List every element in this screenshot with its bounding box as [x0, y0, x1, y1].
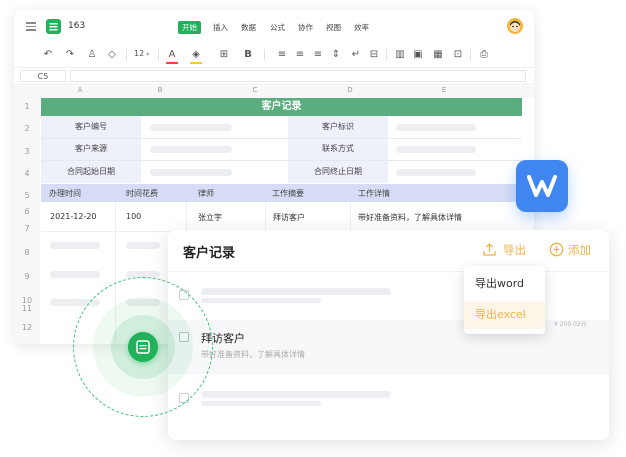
menu-tab-data[interactable]: 数据	[241, 22, 256, 33]
row-number[interactable]: 9	[14, 272, 40, 281]
align-center-icon[interactable]: ≡	[294, 48, 306, 62]
fill-color-icon[interactable]: ◈	[190, 48, 202, 64]
row-number[interactable]: 3	[14, 147, 40, 156]
placeholder-bar	[201, 288, 391, 295]
sync-ripple-graphic	[73, 277, 213, 417]
item-amount: ¥ 200.02元	[554, 321, 587, 328]
column-title: 律师	[198, 189, 214, 198]
menu-tab-start[interactable]: 开始	[178, 21, 201, 34]
wps-logo	[516, 160, 568, 212]
row-number[interactable]: 4	[14, 169, 40, 178]
toolbar: ↶ ↷ ♙ ◇ 12 ▾ A ◈ ⊞ B ≡ ≡ ≡ ⇕ ↵ ⊟ ▥ ▣ ▦ ⊡…	[14, 44, 534, 66]
placeholder-bar	[396, 124, 476, 131]
align-left-icon[interactable]: ≡	[276, 48, 288, 62]
upload-icon	[483, 243, 496, 256]
menu-tab-efficiency[interactable]: 效率	[354, 22, 369, 33]
placeholder-bar	[396, 146, 476, 153]
cell-date[interactable]: 2021-12-20	[50, 212, 97, 221]
cell-reference[interactable]: C5	[20, 70, 66, 82]
table-icon[interactable]: ▦	[432, 48, 444, 62]
title-bar: 163 开始 插入 数据 公式 协作 视图 效率	[14, 10, 534, 44]
chart-icon[interactable]: ▥	[394, 48, 406, 62]
form-label: 客户编号	[75, 122, 107, 131]
formula-input[interactable]	[70, 70, 526, 82]
item-description: 带好准备资料，了解具体详情	[201, 350, 305, 359]
row-number[interactable]: 1	[14, 102, 40, 111]
row-number[interactable]: 7	[14, 224, 40, 233]
wrap-text-icon[interactable]: ↵	[350, 48, 362, 62]
merge-cells-icon[interactable]: ⊟	[368, 48, 380, 62]
format-painter-icon[interactable]: ♙	[86, 48, 98, 62]
form-label: 客户来源	[75, 144, 107, 153]
row-number[interactable]: 8	[14, 248, 40, 257]
card-title: 客户记录	[183, 246, 236, 261]
placeholder-bar	[201, 391, 391, 398]
export-word-option[interactable]: 导出word	[464, 270, 545, 298]
column-title: 工作详情	[358, 189, 390, 198]
cell-hours[interactable]: 100	[126, 212, 141, 221]
menu-tab-insert[interactable]: 插入	[213, 22, 228, 33]
menu-tab-collab[interactable]: 协作	[298, 22, 313, 33]
row-number[interactable]: 11	[14, 304, 40, 313]
row-number[interactable]: 2	[14, 124, 40, 133]
export-label: 导出	[503, 243, 526, 257]
hamburger-menu-icon[interactable]	[26, 22, 36, 31]
eraser-icon[interactable]: ◇	[106, 48, 118, 62]
column-title: 时间花费	[126, 189, 158, 198]
column-header-b[interactable]: B	[120, 86, 200, 96]
column-header-a[interactable]: A	[40, 86, 120, 96]
column-header-d[interactable]: D	[300, 86, 400, 96]
border-icon[interactable]: ⊞	[218, 48, 230, 62]
placeholder-bar	[150, 169, 232, 176]
font-color-icon[interactable]: A	[166, 48, 178, 64]
user-avatar[interactable]	[507, 18, 523, 34]
row-number[interactable]: 6	[14, 207, 40, 216]
column-title: 办理时间	[49, 189, 81, 198]
freeze-icon[interactable]: ⊡	[452, 48, 464, 62]
image-icon[interactable]: ▣	[412, 48, 424, 62]
undo-icon[interactable]: ↶	[42, 48, 54, 62]
print-icon[interactable]: ⎙	[478, 48, 490, 62]
add-circle-icon	[549, 242, 564, 257]
form-label: 联系方式	[322, 144, 354, 153]
vertical-align-icon[interactable]: ⇕	[330, 48, 342, 62]
form-label: 合同终止日期	[314, 167, 362, 176]
formula-bar: C5	[14, 67, 534, 85]
align-right-icon[interactable]: ≡	[312, 48, 324, 62]
menu-tab-formula[interactable]: 公式	[270, 22, 285, 33]
redo-icon[interactable]: ↷	[64, 48, 76, 62]
placeholder-bar	[150, 146, 232, 153]
bold-icon[interactable]: B	[242, 48, 254, 62]
cell-lawyer[interactable]: 张立宇	[198, 212, 222, 223]
placeholder-bar	[150, 124, 232, 131]
placeholder-bar	[50, 242, 100, 249]
placeholder-bar	[201, 298, 321, 303]
placeholder-bar	[126, 242, 160, 249]
cell-summary[interactable]: 拜访客户	[273, 212, 305, 223]
row-number[interactable]: 5	[14, 191, 40, 200]
sheet-app-icon	[46, 19, 61, 34]
column-title: 工作摘要	[272, 189, 304, 198]
export-excel-option[interactable]: 导出excel	[464, 301, 545, 329]
add-label: 添加	[568, 243, 591, 257]
cell-detail[interactable]: 带好准备资料，了解具体详情	[358, 212, 462, 223]
column-header-c[interactable]: C	[200, 86, 310, 96]
placeholder-bar	[396, 169, 476, 176]
wps-w-icon	[527, 175, 557, 197]
font-size-select[interactable]: 12 ▾	[134, 49, 149, 58]
sheet-sync-icon[interactable]	[128, 332, 158, 362]
menu-tab-view[interactable]: 视图	[326, 22, 341, 33]
column-header-e[interactable]: E	[394, 86, 494, 96]
table-title: 客户记录	[261, 101, 302, 112]
form-label: 合同起始日期	[67, 167, 115, 176]
export-dropdown: 导出word 导出excel	[464, 266, 545, 334]
placeholder-bar	[201, 401, 321, 406]
file-name: 163	[68, 21, 86, 31]
row-number[interactable]: 12	[14, 323, 40, 332]
form-label: 客户标识	[322, 122, 354, 131]
record-card: 客户记录 导出 添加 拜访客户 带好准备资料，了解具体详情 ¥ 200.02元	[168, 230, 609, 440]
